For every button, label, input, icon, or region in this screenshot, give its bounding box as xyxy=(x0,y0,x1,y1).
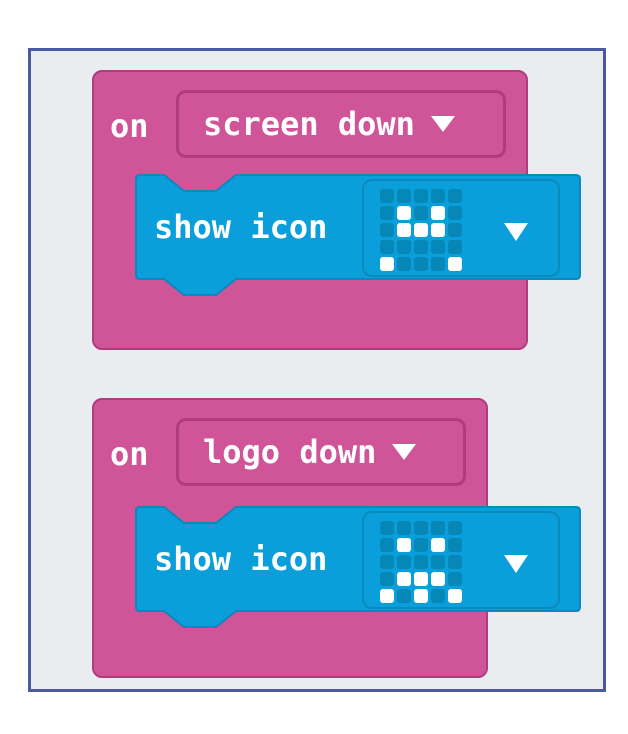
led-cell[interactable] xyxy=(414,521,428,535)
show-icon-block[interactable]: show icon xyxy=(134,505,582,631)
led-cell[interactable] xyxy=(414,589,428,603)
led-cell[interactable] xyxy=(431,572,445,586)
led-cell[interactable] xyxy=(380,538,394,552)
led-cell[interactable] xyxy=(397,572,411,586)
led-cell[interactable] xyxy=(448,572,462,586)
led-cell[interactable] xyxy=(431,206,445,220)
led-cell[interactable] xyxy=(414,257,428,271)
led-cell[interactable] xyxy=(448,240,462,254)
led-cell[interactable] xyxy=(380,572,394,586)
triangle-down-icon xyxy=(392,444,417,460)
led-cell[interactable] xyxy=(380,521,394,535)
led-cell[interactable] xyxy=(380,189,394,203)
led-cell[interactable] xyxy=(448,589,462,603)
event-label: on xyxy=(110,435,149,473)
led-cell[interactable] xyxy=(448,538,462,552)
led-cell[interactable] xyxy=(380,206,394,220)
triangle-down-icon xyxy=(504,555,528,573)
led-cell[interactable] xyxy=(397,223,411,237)
led-cell[interactable] xyxy=(448,223,462,237)
led-cell[interactable] xyxy=(431,538,445,552)
led-cell[interactable] xyxy=(414,555,428,569)
triangle-down-icon xyxy=(430,116,455,132)
show-icon-block[interactable]: show icon xyxy=(134,173,582,299)
led-cell[interactable] xyxy=(397,206,411,220)
led-cell[interactable] xyxy=(431,257,445,271)
event-label: on xyxy=(110,107,149,145)
led-cell[interactable] xyxy=(431,555,445,569)
led-matrix xyxy=(380,521,462,603)
led-cell[interactable] xyxy=(414,206,428,220)
led-matrix xyxy=(380,189,462,271)
led-matrix-field[interactable] xyxy=(362,511,560,609)
led-cell[interactable] xyxy=(397,189,411,203)
led-cell[interactable] xyxy=(414,572,428,586)
led-cell[interactable] xyxy=(397,240,411,254)
show-icon-label: show icon xyxy=(154,208,328,246)
led-cell[interactable] xyxy=(397,538,411,552)
led-cell[interactable] xyxy=(448,555,462,569)
led-cell[interactable] xyxy=(380,257,394,271)
triangle-down-icon xyxy=(504,223,528,241)
led-cell[interactable] xyxy=(397,555,411,569)
led-cell[interactable] xyxy=(397,257,411,271)
led-cell[interactable] xyxy=(380,223,394,237)
led-cell[interactable] xyxy=(448,521,462,535)
led-cell[interactable] xyxy=(414,223,428,237)
gesture-dropdown[interactable]: logo down xyxy=(176,418,466,486)
led-cell[interactable] xyxy=(414,189,428,203)
gesture-dropdown[interactable]: screen down xyxy=(176,90,506,158)
led-cell[interactable] xyxy=(431,240,445,254)
show-icon-label: show icon xyxy=(154,540,328,578)
led-cell[interactable] xyxy=(431,521,445,535)
led-cell[interactable] xyxy=(397,521,411,535)
gesture-value: logo down xyxy=(203,433,377,471)
led-cell[interactable] xyxy=(448,189,462,203)
led-cell[interactable] xyxy=(431,589,445,603)
led-cell[interactable] xyxy=(448,206,462,220)
gesture-value: screen down xyxy=(203,105,415,143)
led-cell[interactable] xyxy=(448,257,462,271)
blocks-workspace[interactable]: on screen down show icon on logo down sh… xyxy=(28,48,606,692)
led-cell[interactable] xyxy=(397,589,411,603)
led-cell[interactable] xyxy=(380,589,394,603)
led-cell[interactable] xyxy=(414,240,428,254)
led-cell[interactable] xyxy=(380,240,394,254)
led-cell[interactable] xyxy=(414,538,428,552)
led-cell[interactable] xyxy=(431,223,445,237)
led-cell[interactable] xyxy=(431,189,445,203)
led-cell[interactable] xyxy=(380,555,394,569)
led-matrix-field[interactable] xyxy=(362,179,560,277)
